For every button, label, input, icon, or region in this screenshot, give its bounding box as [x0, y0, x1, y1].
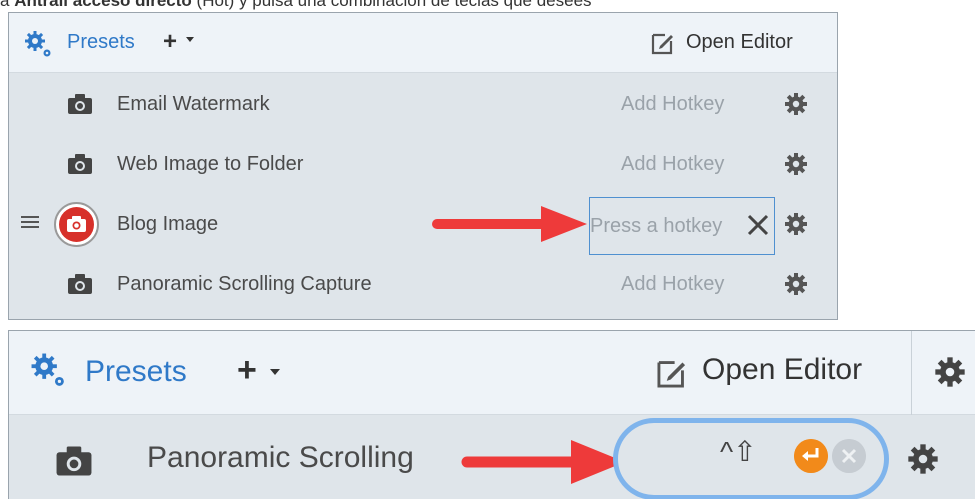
- preset-name: Web Image to Folder: [117, 153, 304, 175]
- instruction-suffix: (Hot) y pulsa una combinación de teclas …: [191, 0, 592, 10]
- gear-icon[interactable]: [784, 152, 808, 176]
- instruction-prefix: a: [0, 0, 15, 10]
- preset-row[interactable]: Email Watermark Add Hotkey: [9, 74, 837, 134]
- camera-icon: [56, 446, 92, 476]
- red-camera-icon: [59, 207, 94, 242]
- preset-name: Panoramic Scrolling Capture: [117, 273, 372, 295]
- clear-icon[interactable]: [832, 439, 866, 473]
- hotkey-placeholder: Press a hotkey: [590, 215, 723, 237]
- gear-cluster-icon[interactable]: [23, 29, 53, 59]
- hotkey-input-recording[interactable]: ^⇧: [613, 418, 889, 499]
- edit-icon[interactable]: [655, 356, 689, 390]
- presets-panel-top: Presets + Open Editor Email Watermark Ad…: [8, 12, 838, 320]
- drag-handle-icon[interactable]: [21, 214, 39, 230]
- presets-title[interactable]: Presets: [67, 31, 135, 54]
- preset-row[interactable]: Panoramic Scrolling Capture Add Hotkey: [9, 254, 837, 314]
- add-hotkey-link[interactable]: Add Hotkey: [621, 273, 724, 296]
- instruction-bold: Antrall acceso directo: [14, 0, 192, 10]
- add-preset-button[interactable]: +: [237, 351, 257, 390]
- open-editor-button[interactable]: Open Editor: [686, 31, 793, 54]
- presets-header: Presets + Open Editor: [9, 13, 837, 73]
- clipped-instruction-text: a Antrall acceso directo (Hot) y pulsa u…: [0, 0, 975, 11]
- preset-row-selected[interactable]: Blog Image Press a hotkey: [9, 194, 837, 255]
- preset-row[interactable]: Panoramic Scrolling ^⇧: [9, 415, 975, 499]
- gear-icon[interactable]: [934, 356, 966, 388]
- chevron-down-icon[interactable]: [186, 37, 194, 42]
- camera-icon: [68, 274, 92, 294]
- camera-icon: [68, 94, 92, 114]
- gear-icon[interactable]: [784, 212, 808, 236]
- add-preset-button[interactable]: +: [163, 28, 177, 56]
- preset-row[interactable]: Web Image to Folder Add Hotkey: [9, 134, 837, 194]
- enter-icon[interactable]: [794, 439, 828, 473]
- arrow-icon: [432, 206, 587, 242]
- gear-icon[interactable]: [784, 92, 808, 116]
- hotkey-input[interactable]: Press a hotkey: [589, 197, 775, 255]
- close-icon[interactable]: [745, 212, 771, 238]
- header-divider: [911, 331, 912, 415]
- presets-header: Presets + Open Editor: [9, 331, 975, 415]
- preset-name: Panoramic Scrolling: [147, 441, 414, 474]
- preset-name: Email Watermark: [117, 93, 270, 115]
- add-hotkey-link[interactable]: Add Hotkey: [621, 93, 724, 116]
- add-hotkey-link[interactable]: Add Hotkey: [621, 153, 724, 176]
- presets-title[interactable]: Presets: [85, 355, 187, 389]
- gear-icon[interactable]: [784, 272, 808, 296]
- preset-name: Blog Image: [117, 213, 219, 235]
- gear-icon[interactable]: [907, 443, 939, 475]
- chevron-down-icon[interactable]: [270, 369, 280, 375]
- gear-cluster-icon[interactable]: [29, 351, 67, 389]
- presets-panel-zoomed: Presets + Open Editor Panoramic Scrollin…: [8, 330, 975, 499]
- open-editor-button[interactable]: Open Editor: [702, 353, 862, 387]
- hotkey-keys: ^⇧: [720, 436, 757, 467]
- arrow-icon: [461, 440, 625, 484]
- camera-icon: [68, 154, 92, 174]
- capture-button[interactable]: [54, 202, 99, 247]
- edit-icon[interactable]: [650, 30, 676, 56]
